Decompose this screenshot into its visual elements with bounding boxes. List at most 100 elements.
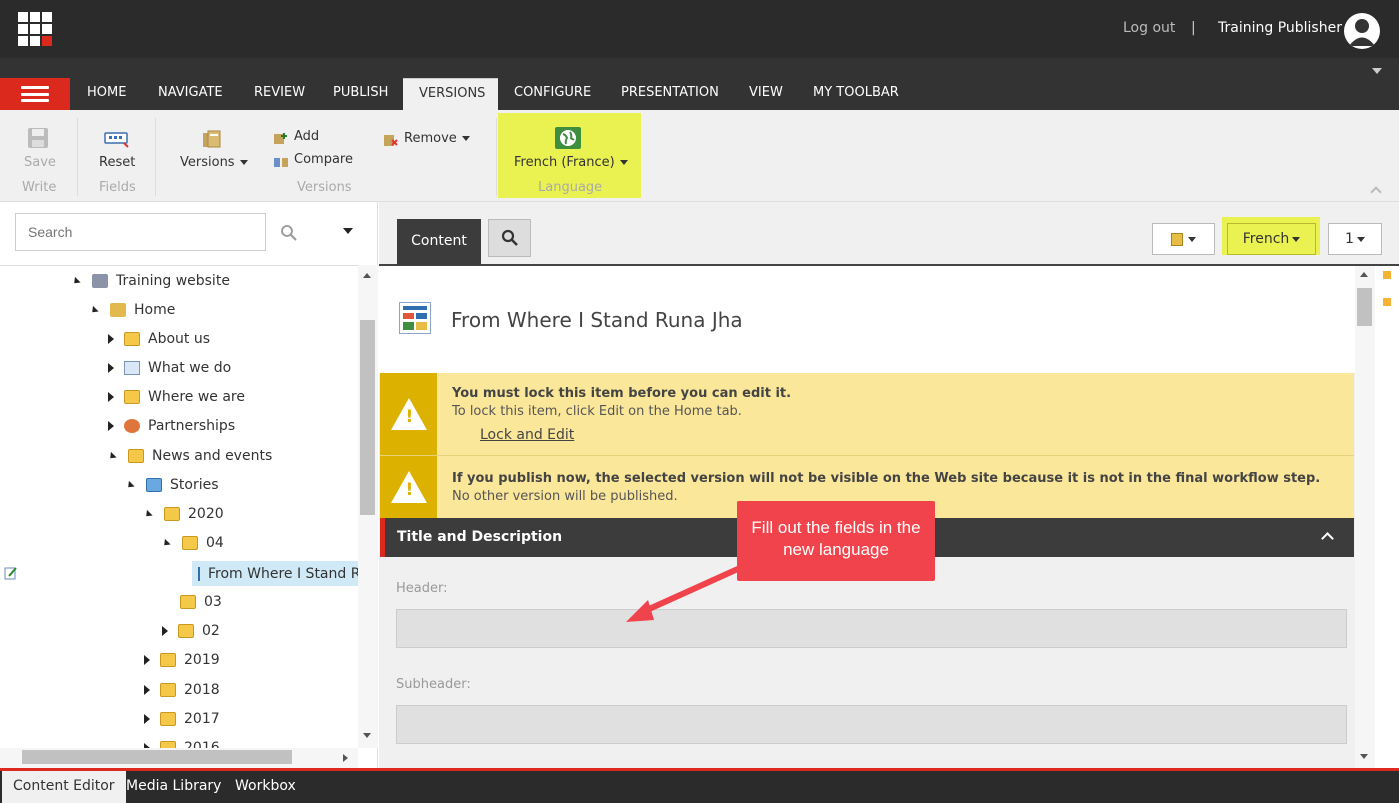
expand-icon[interactable]	[108, 421, 114, 431]
tree-item-label: Where we are	[148, 389, 245, 405]
warning-title: You must lock this item before you can e…	[452, 386, 792, 401]
expand-icon[interactable]	[108, 334, 114, 344]
tree-item-2020[interactable]: 2020	[143, 502, 224, 526]
language-dropdown[interactable]: French (France)	[514, 155, 628, 170]
versions-group-label: Versions	[297, 180, 352, 195]
language-dropdown-button[interactable]: French	[1227, 223, 1316, 255]
tree-item-03[interactable]: 03	[180, 590, 222, 614]
versions-dropdown[interactable]: Versions	[180, 155, 248, 170]
versions-icon	[201, 129, 225, 149]
tree-item-label: What we do	[148, 360, 232, 376]
tree-item-where-we-are[interactable]: Where we are	[108, 385, 245, 409]
avatar[interactable]	[1344, 13, 1380, 49]
tree-item-partnerships[interactable]: Partnerships	[108, 414, 235, 438]
remove-dropdown[interactable]: Remove	[404, 131, 470, 146]
chevron-down-icon[interactable]	[1372, 68, 1382, 74]
tree-item-about-us[interactable]: About us	[108, 327, 210, 351]
menu-button[interactable]	[0, 78, 70, 110]
scroll-down-icon[interactable]	[363, 733, 371, 738]
tab-configure[interactable]: CONFIGURE	[498, 78, 607, 110]
validation-marker[interactable]	[1383, 271, 1391, 279]
tab-review[interactable]: REVIEW	[238, 78, 321, 110]
tab-home[interactable]: HOME	[71, 78, 142, 110]
annotation-callout: Fill out the fields in the new language	[737, 501, 935, 581]
scroll-right-icon[interactable]	[343, 754, 348, 762]
remove-version-icon	[383, 133, 399, 147]
tree-item-label: 03	[204, 594, 222, 610]
versions-label: Versions	[180, 155, 235, 170]
compare-icon	[273, 155, 289, 169]
tree-item-label: 2020	[188, 506, 224, 522]
tree-item-2016[interactable]: 2016	[144, 736, 220, 748]
tree-item-2018[interactable]: 2018	[144, 678, 220, 702]
tree-item-news-and-events[interactable]: News and events	[107, 444, 272, 468]
tab-workbox[interactable]: Workbox	[224, 771, 307, 803]
tab-presentation[interactable]: PRESENTATION	[605, 78, 735, 110]
tree-hscroll-thumb[interactable]	[22, 750, 292, 764]
tree-item-2017[interactable]: 2017	[144, 707, 220, 731]
reset-button[interactable]: Reset	[99, 155, 135, 170]
version-number-dropdown[interactable]: 1	[1328, 223, 1382, 255]
notebook-dropdown[interactable]	[1152, 223, 1215, 255]
tree-item-what-we-do[interactable]: What we do	[108, 356, 231, 380]
compare-button[interactable]: Compare	[294, 152, 353, 167]
header-field[interactable]	[396, 609, 1347, 648]
tree-item-stories[interactable]: Stories	[125, 473, 219, 497]
expand-icon[interactable]	[108, 363, 114, 373]
collapse-icon[interactable]	[161, 538, 171, 548]
tab-content-editor[interactable]: Content Editor	[2, 771, 126, 803]
home-icon	[110, 303, 126, 317]
tree-item-selected-story[interactable]: From Where I Stand R	[192, 561, 358, 586]
expand-icon[interactable]	[108, 392, 114, 402]
logout-link[interactable]: Log out	[1123, 20, 1175, 36]
search-options-icon[interactable]	[343, 228, 353, 234]
item-title: From Where I Stand Runa Jha	[451, 308, 743, 332]
folder-icon	[160, 683, 176, 697]
info-folder-icon	[128, 449, 144, 463]
lock-and-edit-link[interactable]: Lock and Edit	[480, 426, 574, 444]
expand-icon[interactable]	[144, 685, 150, 695]
scroll-up-icon[interactable]	[1360, 272, 1368, 277]
collapse-icon[interactable]	[125, 480, 135, 490]
callout-arrow	[626, 565, 742, 622]
editor-scroll-thumb[interactable]	[1357, 288, 1372, 326]
tree-scroll-thumb[interactable]	[360, 320, 375, 515]
tree-item-home[interactable]: Home	[89, 298, 175, 322]
collapse-icon[interactable]	[89, 305, 99, 315]
tab-versions[interactable]: VERSIONS	[403, 78, 498, 110]
app-launcher-icon[interactable]	[18, 12, 54, 48]
expand-icon[interactable]	[144, 714, 150, 724]
expand-icon[interactable]	[144, 655, 150, 665]
callout-line-2: new language	[783, 540, 889, 559]
expand-icon[interactable]	[162, 626, 168, 636]
tree-item-2019[interactable]: 2019	[144, 648, 220, 672]
search-tab-button[interactable]	[488, 219, 531, 257]
add-button[interactable]: Add	[294, 129, 319, 144]
tab-media-library[interactable]: Media Library	[115, 771, 232, 803]
subheader-field[interactable]	[396, 705, 1347, 744]
tree-item-02[interactable]: 02	[162, 619, 220, 643]
tree-item-training-website[interactable]: Training website	[71, 269, 230, 293]
tab-my-toolbar[interactable]: MY TOOLBAR	[797, 78, 915, 110]
search-input[interactable]	[15, 213, 266, 251]
article-icon	[198, 566, 200, 581]
caret-down-icon	[461, 136, 470, 141]
tab-content[interactable]: Content	[397, 219, 481, 265]
scroll-up-icon[interactable]	[363, 273, 371, 278]
tab-navigate[interactable]: NAVIGATE	[142, 78, 239, 110]
tab-publish[interactable]: PUBLISH	[317, 78, 404, 110]
collapse-icon[interactable]	[107, 451, 117, 461]
validation-marker[interactable]	[1383, 298, 1391, 306]
ribbon-divider	[496, 118, 497, 196]
collapse-icon[interactable]	[143, 509, 153, 519]
search-icon[interactable]	[280, 224, 298, 242]
collapse-icon[interactable]	[71, 276, 81, 286]
tree-item-label: Partnerships	[148, 418, 236, 434]
tree-item-04[interactable]: 04	[161, 531, 224, 555]
warning-title: If you publish now, the selected version…	[452, 471, 1321, 486]
tab-view[interactable]: VIEW	[733, 78, 799, 110]
editor-scrollbar[interactable]	[1355, 266, 1375, 768]
save-icon	[27, 127, 49, 149]
save-button[interactable]: Save	[24, 155, 56, 170]
scroll-down-icon[interactable]	[1360, 754, 1368, 759]
